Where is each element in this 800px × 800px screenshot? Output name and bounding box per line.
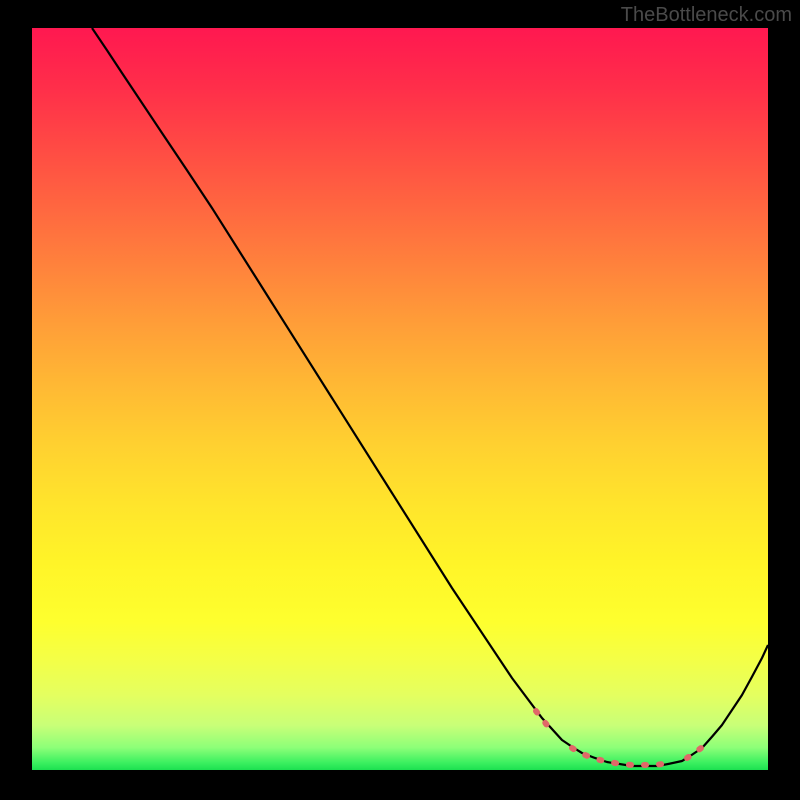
plot-area: [32, 28, 768, 770]
curve-svg: [32, 28, 768, 770]
dotted-overlay: [536, 711, 709, 765]
watermark-text: TheBottleneck.com: [621, 4, 792, 27]
main-curve: [92, 28, 768, 766]
chart-container: TheBottleneck.com: [0, 0, 800, 800]
